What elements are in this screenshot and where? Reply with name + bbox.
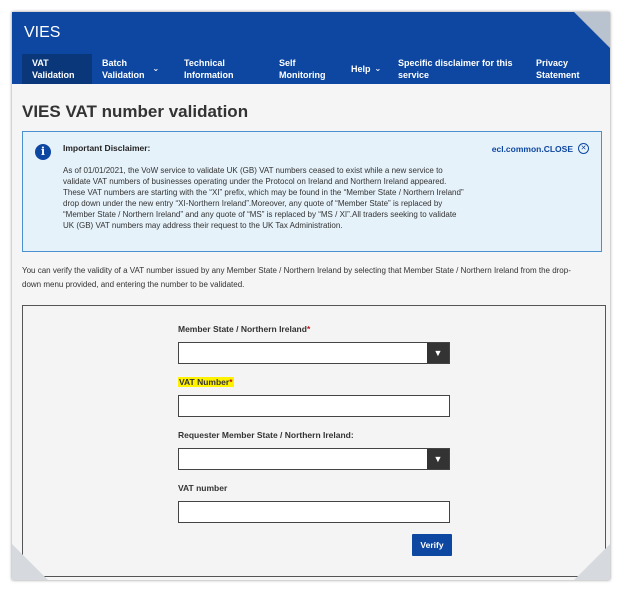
- nav-specific-disclaimer[interactable]: Specific disclaimer for this service: [388, 54, 526, 84]
- chevron-down-icon[interactable]: ▼: [427, 449, 449, 469]
- chevron-down-icon: ⌄: [374, 64, 382, 73]
- requester-member-state-select[interactable]: ▼: [178, 448, 450, 470]
- nav-help[interactable]: Help ⌄: [341, 54, 388, 84]
- browser-viewport: VIES VAT Validation Batch Validation ⌄ Tec…: [12, 12, 610, 580]
- nav-vat-validation[interactable]: VAT Validation: [22, 54, 92, 84]
- page-curl-decoration: [574, 544, 610, 580]
- disclaimer-title: Important Disclaimer:: [63, 143, 151, 153]
- disclaimer-close-button[interactable]: ecl.common.CLOSE ✕: [492, 143, 589, 154]
- main-nav: VAT Validation Batch Validation ⌄ Technica…: [12, 54, 610, 84]
- requester-vat-number-input[interactable]: [178, 501, 450, 523]
- vat-number-input[interactable]: [178, 395, 450, 417]
- nav-technical-information[interactable]: Technical Information: [174, 54, 269, 84]
- info-icon: i: [35, 144, 51, 160]
- site-title[interactable]: VIES: [24, 24, 60, 42]
- page-curl-decoration: [574, 12, 610, 48]
- requester-vat-number-label: VAT number: [178, 483, 228, 493]
- nav-self-monitoring[interactable]: Self Monitoring: [269, 54, 341, 84]
- validation-form: Member State / Northern Ireland* ▼ VAT N…: [22, 305, 606, 577]
- page-curl-decoration: [12, 544, 48, 580]
- disclaimer-box: i Important Disclaimer: ecl.common.CLOSE…: [22, 131, 602, 252]
- chevron-down-icon[interactable]: ▼: [427, 343, 449, 363]
- site-header: VIES: [12, 12, 610, 54]
- chevron-down-icon: ⌄: [152, 64, 160, 73]
- close-label: ecl.common.CLOSE: [491, 143, 573, 154]
- requester-member-state-label: Requester Member State / Northern Irelan…: [178, 430, 354, 440]
- page-title: VIES VAT number validation: [22, 102, 249, 121]
- member-state-select[interactable]: ▼: [178, 342, 450, 364]
- vat-number-label: VAT Number*: [178, 377, 234, 387]
- member-state-label: Member State / Northern Ireland*: [178, 324, 311, 334]
- disclaimer-text: As of 01/01/2021, the VoW service to val…: [63, 166, 464, 231]
- nav-batch-validation[interactable]: Batch Validation ⌄: [92, 54, 174, 84]
- verify-button[interactable]: Verify: [412, 534, 452, 556]
- close-icon[interactable]: ✕: [578, 143, 589, 154]
- intro-text: You can verify the validity of a VAT num…: [22, 266, 571, 289]
- nav-privacy-statement[interactable]: Privacy Statement: [526, 54, 596, 84]
